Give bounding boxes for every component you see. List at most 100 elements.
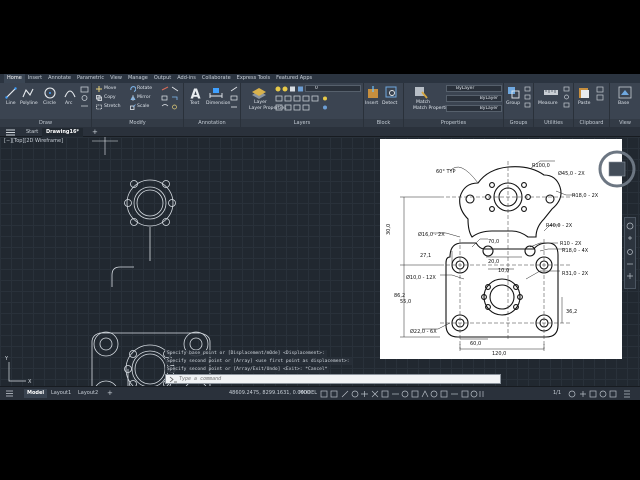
paste-button[interactable]: Paste — [578, 101, 590, 107]
linetype-dropdown-value: ByLayer — [479, 96, 498, 101]
reference-image[interactable]: R100,0 Ø45,0 - 2X R18,0 - 2X 60° TYP Ø16… — [380, 139, 622, 359]
line-icon — [5, 87, 17, 99]
groups-extra-icons[interactable] — [524, 86, 532, 108]
panel-title-groups[interactable]: Groups — [504, 119, 533, 127]
detect-icon — [385, 86, 397, 98]
mirror-button[interactable]: Mirror — [137, 95, 151, 101]
tab-home[interactable]: Home — [4, 74, 25, 83]
hamburger-menu-icon[interactable] — [6, 129, 15, 136]
tab-manage[interactable]: Manage — [125, 74, 151, 83]
label-d362: 36,2 — [566, 309, 577, 315]
panel-layers: Layer Layer Properties 0 Layers — [241, 83, 364, 127]
group-icon — [508, 87, 520, 99]
add-layout-button[interactable]: + — [104, 389, 116, 398]
measure-icon — [544, 90, 558, 95]
label-d700: 70,0 — [488, 239, 499, 245]
status-tools-icons[interactable] — [568, 390, 636, 398]
arc-button[interactable]: Arc — [65, 101, 72, 107]
tab-layout1[interactable]: Layout1 — [48, 389, 74, 398]
clipboard-extra-icons[interactable] — [596, 86, 606, 108]
tab-add-ins[interactable]: Add-ins — [174, 74, 199, 83]
file-tabs: Start Drawing16* + — [0, 127, 640, 137]
tab-annotate[interactable]: Annotate — [45, 74, 74, 83]
status-bar: Model Layout1 Layout2 + 48609.2475, 8299… — [0, 386, 640, 400]
label-d450: Ø45,0 - 2X — [558, 170, 585, 177]
panel-view: Base View — [610, 83, 640, 127]
layer-tool-icons[interactable] — [275, 95, 359, 115]
move-icon — [96, 86, 102, 92]
insert-button[interactable]: Insert — [365, 101, 378, 107]
tab-layout2[interactable]: Layout2 — [75, 389, 101, 398]
tab-collaborate[interactable]: Collaborate — [199, 74, 234, 83]
panel-title-properties[interactable]: Properties — [404, 119, 503, 127]
annotation-scale[interactable]: 1/1 — [550, 389, 564, 398]
color-dropdown[interactable]: ByLayer — [446, 85, 502, 92]
drafting-settings-icons[interactable] — [320, 390, 540, 398]
dimension-button[interactable]: Dimension — [206, 101, 230, 107]
layout-menu-icon[interactable] — [6, 390, 13, 397]
tab-parametric[interactable]: Parametric — [74, 74, 107, 83]
navigation-bar[interactable] — [624, 217, 636, 289]
panel-title-clipboard[interactable]: Clipboard — [574, 119, 609, 127]
move-button[interactable]: Move — [104, 86, 116, 92]
panel-title-layers[interactable]: Layers — [241, 119, 363, 127]
tab-featured-apps[interactable]: Featured Apps — [273, 74, 315, 83]
tab-output[interactable]: Output — [151, 74, 174, 83]
lineweight-dropdown[interactable]: ByLayer — [446, 105, 502, 112]
tab-insert[interactable]: Insert — [25, 74, 45, 83]
drawing-canvas[interactable]: [−][Top][2D Wireframe] Y X R100,0 Ø45,0 … — [0, 137, 640, 386]
label-r100b: R10 - 2X — [560, 241, 582, 247]
label-r180b: R18,0 - 4X — [562, 248, 589, 254]
ribbon: Line Polyline Circle Arc Draw Move Rotat… — [0, 83, 640, 127]
label-d1200: 120,0 — [492, 351, 506, 357]
annotation-extra-icons[interactable] — [230, 86, 238, 110]
panel-title-modify[interactable]: Modify — [92, 119, 183, 127]
panel-title-view[interactable]: View — [610, 119, 640, 127]
label-d1000: 10,0 — [498, 268, 509, 274]
base-button[interactable]: Base — [618, 101, 629, 107]
scale-button[interactable]: Scale — [137, 104, 149, 110]
viewcube-icon[interactable] — [595, 147, 637, 189]
command-history-line-1: Specify base point or [Displacement/mOde… — [165, 350, 327, 357]
navigation-icons — [626, 222, 634, 279]
detect-button[interactable]: Detect — [382, 101, 397, 107]
circle-icon — [44, 87, 56, 99]
rotate-button[interactable]: Rotate — [137, 86, 152, 92]
polyline-button[interactable]: Polyline — [20, 101, 38, 107]
utilities-extra-icons[interactable] — [563, 86, 571, 108]
panel-title-block[interactable]: Block — [364, 119, 403, 127]
command-input[interactable] — [179, 375, 479, 383]
panel-groups: Group Groups — [504, 83, 534, 127]
tab-drawing[interactable]: Drawing16* — [42, 128, 84, 137]
stretch-button[interactable]: Stretch — [104, 104, 121, 110]
stretch-icon — [96, 104, 102, 110]
label-a60: 60° TYP — [436, 169, 456, 175]
text-icon: A — [191, 88, 201, 101]
tab-view[interactable]: View — [107, 74, 125, 83]
drawing-geometry[interactable]: Y X — [0, 137, 380, 386]
tab-model[interactable]: Model — [24, 389, 48, 398]
panel-modify: Move Rotate Copy Mirror Stretch Scale Mo… — [92, 83, 184, 127]
linetype-dropdown[interactable]: ByLayer — [446, 95, 502, 102]
group-button[interactable]: Group — [506, 101, 520, 107]
panel-title-utilities[interactable]: Utilities — [534, 119, 573, 127]
tab-express-tools[interactable]: Express Tools — [234, 74, 273, 83]
circle-button[interactable]: Circle — [43, 101, 56, 107]
draw-extra-icons[interactable] — [80, 86, 90, 110]
layer-dropdown[interactable]: 0 — [305, 85, 361, 92]
label-d160: Ø16,0 - 2X — [418, 231, 445, 238]
new-tab-button[interactable]: + — [88, 128, 102, 137]
scale-icon — [130, 104, 136, 110]
model-space-toggle[interactable]: MODEL — [296, 389, 320, 398]
panel-title-draw[interactable]: Draw — [0, 119, 91, 127]
measure-button[interactable]: Measure — [538, 101, 558, 107]
arc-icon — [64, 90, 76, 98]
text-button[interactable]: Text — [190, 101, 199, 107]
line-button[interactable]: Line — [6, 101, 16, 107]
copy-button[interactable]: Copy — [104, 95, 116, 101]
modify-extra-icons[interactable] — [160, 86, 180, 112]
panel-title-annotation[interactable]: Annotation — [184, 119, 240, 127]
command-prompt-icon[interactable] — [169, 376, 177, 383]
svg-text:Y: Y — [4, 356, 9, 362]
tab-start[interactable]: Start — [22, 128, 42, 137]
